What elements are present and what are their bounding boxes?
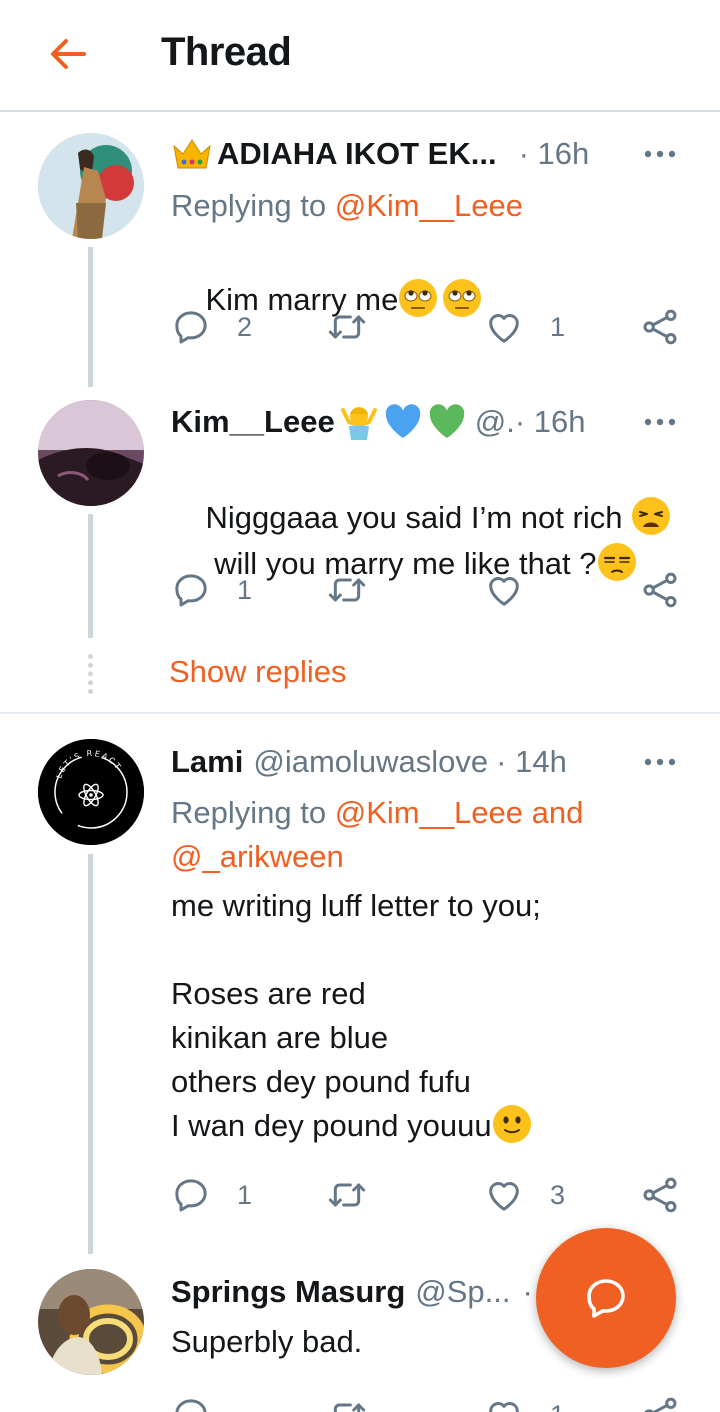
tweet-header: Lami @iamoluwaslove · 14h bbox=[171, 742, 567, 782]
share-button[interactable] bbox=[640, 1390, 680, 1412]
tweet-header: Springs Masurg @Sp... · bbox=[171, 1272, 533, 1312]
like-icon bbox=[484, 570, 524, 610]
tweet-time: · 16h bbox=[514, 404, 586, 439]
more-icon[interactable] bbox=[640, 144, 680, 164]
share-icon bbox=[640, 570, 680, 610]
show-replies-link[interactable]: Show replies bbox=[169, 654, 346, 690]
reply-count: 1 bbox=[237, 574, 253, 605]
tweet-text: me writing luff letter to you; Roses are… bbox=[171, 884, 541, 1148]
like-button[interactable]: 3 bbox=[484, 1170, 565, 1220]
share-icon bbox=[640, 307, 680, 347]
user-handle[interactable]: @iamoluwaslove bbox=[253, 744, 488, 780]
tweet-actions: 2 1 bbox=[171, 302, 691, 352]
like-icon bbox=[484, 307, 524, 347]
retweet-icon bbox=[327, 1175, 367, 1215]
replying-to: @_arikween bbox=[171, 839, 344, 875]
compose-reply-button[interactable] bbox=[536, 1228, 676, 1368]
retweet-icon bbox=[327, 1395, 367, 1412]
retweet-button[interactable] bbox=[327, 565, 393, 615]
more-icon[interactable] bbox=[640, 412, 680, 432]
tweet-header: ADIAHA IKOT EK... · 16h bbox=[171, 134, 589, 174]
avatar[interactable] bbox=[38, 133, 144, 239]
thread-line bbox=[88, 247, 93, 387]
tweet-actions: 1 bbox=[171, 565, 691, 615]
display-name[interactable]: Springs Masurg bbox=[171, 1274, 405, 1310]
reply-button[interactable]: 1 bbox=[171, 565, 252, 615]
back-arrow-icon[interactable] bbox=[44, 30, 92, 78]
tweet-time: · 16h bbox=[518, 136, 590, 171]
share-button[interactable] bbox=[640, 1170, 680, 1220]
like-icon bbox=[484, 1395, 524, 1412]
reply-icon bbox=[171, 570, 211, 610]
tweet[interactable]: ADIAHA IKOT EK... · 16h Replying to @Kim… bbox=[0, 114, 720, 387]
like-icon bbox=[484, 1175, 524, 1215]
avatar[interactable] bbox=[38, 400, 144, 506]
crown-emoji bbox=[171, 136, 213, 172]
display-name[interactable]: Kim__Leee bbox=[171, 404, 335, 440]
retweet-icon bbox=[327, 570, 367, 610]
share-icon bbox=[640, 1175, 680, 1215]
reply-button[interactable] bbox=[171, 1390, 237, 1412]
like-count: 1 bbox=[550, 1400, 565, 1412]
like-button[interactable]: 1 bbox=[484, 1390, 565, 1412]
tweet-text: Superbly bad. bbox=[171, 1324, 363, 1359]
retweet-button[interactable] bbox=[327, 1170, 393, 1220]
compose-reply-icon bbox=[587, 1279, 625, 1318]
display-name[interactable]: Lami bbox=[171, 744, 243, 780]
like-count: 3 bbox=[550, 1179, 566, 1210]
blue-heart-emoji bbox=[385, 404, 420, 438]
share-button[interactable] bbox=[640, 565, 680, 615]
reply-icon bbox=[171, 1395, 211, 1412]
reply-button[interactable]: 1 bbox=[171, 1170, 252, 1220]
tweet-time: · bbox=[522, 1274, 533, 1309]
user-handle[interactable]: @. bbox=[475, 404, 515, 440]
tweet-time: · 14h bbox=[496, 744, 567, 779]
retweet-button[interactable] bbox=[327, 302, 393, 352]
tweet-actions: 1 bbox=[171, 1390, 691, 1412]
tweet-text-content: me writing luff letter to you; Roses are… bbox=[171, 888, 541, 1143]
person-gesturing-emoji bbox=[340, 407, 377, 440]
thread-line bbox=[88, 514, 93, 638]
top-app-bar: Thread bbox=[0, 0, 720, 112]
slightly-smiling-face-emoji bbox=[492, 1104, 532, 1144]
thread-line bbox=[88, 854, 93, 1254]
like-button[interactable]: 1 bbox=[484, 302, 565, 352]
reply-target-link[interactable]: @Kim__Leee bbox=[335, 188, 523, 223]
retweet-icon bbox=[327, 307, 367, 347]
page-title: Thread bbox=[161, 30, 292, 74]
thread-dots bbox=[88, 654, 93, 694]
avatar[interactable]: LET'S REACT bbox=[38, 739, 144, 845]
replying-to: Replying to @Kim__Leee and bbox=[171, 795, 583, 831]
tweet[interactable]: Kim__Leee @. · 16h Nigggaaa you said I’m… bbox=[0, 384, 720, 644]
tweet-actions: 1 3 bbox=[171, 1170, 691, 1220]
reply-icon bbox=[171, 307, 211, 347]
reply-target-link[interactable]: @Kim__Leee and bbox=[335, 795, 584, 830]
green-heart-emoji bbox=[429, 404, 464, 438]
reply-count: 2 bbox=[237, 311, 253, 342]
share-icon bbox=[640, 1395, 680, 1412]
reply-button[interactable]: 2 bbox=[171, 302, 252, 352]
like-count: 1 bbox=[550, 311, 566, 342]
share-button[interactable] bbox=[640, 302, 680, 352]
reply-target-link[interactable]: @_arikween bbox=[171, 839, 344, 874]
user-handle[interactable]: @Sp... bbox=[415, 1274, 510, 1310]
replying-to-label: Replying to bbox=[171, 188, 335, 223]
replying-to-label: Replying to bbox=[171, 795, 335, 830]
avatar[interactable] bbox=[38, 1269, 144, 1375]
display-name[interactable]: ADIAHA IKOT EK... bbox=[217, 136, 497, 172]
reply-icon bbox=[171, 1175, 211, 1215]
more-icon[interactable] bbox=[640, 752, 680, 772]
like-button[interactable] bbox=[484, 565, 550, 615]
retweet-button[interactable] bbox=[327, 1390, 393, 1412]
tweet[interactable]: LET'S REACT Lami @iamoluwaslove · 14h Re… bbox=[0, 714, 720, 1254]
replying-to: Replying to @Kim__Leee bbox=[171, 188, 523, 224]
tweet-header: Kim__Leee @. · 16h bbox=[171, 402, 585, 442]
weary-face-emoji bbox=[631, 496, 671, 536]
reply-count: 1 bbox=[237, 1179, 253, 1210]
